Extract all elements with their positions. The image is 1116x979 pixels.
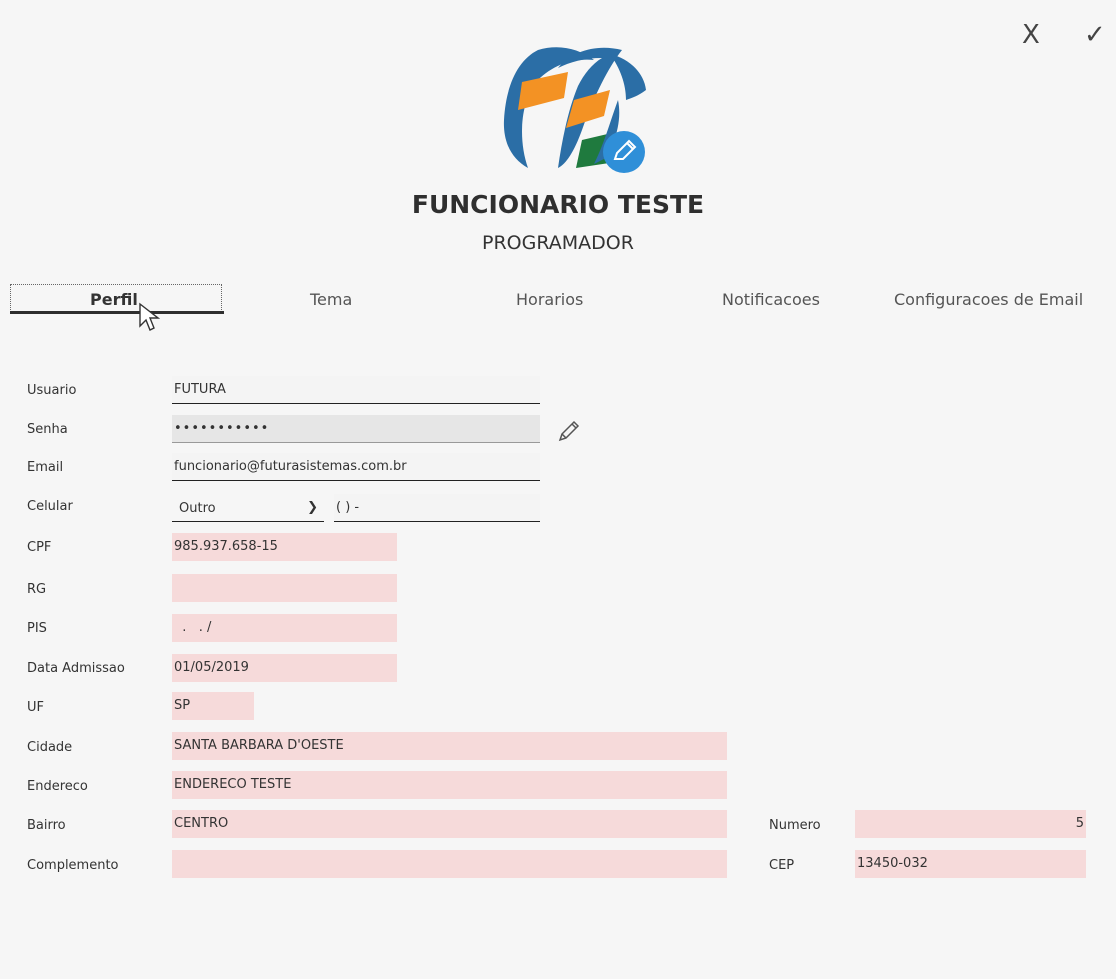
celular-label: Celular (27, 499, 73, 514)
complemento-label: Complemento (27, 858, 119, 873)
tab-active-indicator (10, 311, 224, 314)
data-admissao-label: Data Admissao (27, 661, 125, 676)
edit-password-icon[interactable] (556, 418, 582, 444)
close-button[interactable]: X (1022, 22, 1040, 48)
rg-field[interactable] (172, 574, 397, 602)
cpf-field[interactable]: 985.937.658-15 (172, 533, 397, 561)
celular-type-select[interactable]: Outro ❯ (172, 496, 324, 522)
employee-name: FUNCIONARIO TESTE (411, 190, 705, 219)
mouse-pointer-icon (139, 302, 160, 331)
uf-field[interactable]: SP (172, 692, 254, 720)
email-label: Email (27, 460, 64, 475)
senha-field[interactable]: ••••••••••• (172, 415, 540, 443)
tab-configuracoes-email[interactable]: Configuracoes de Email (894, 290, 1083, 309)
data-admissao-field[interactable]: 01/05/2019 (172, 654, 397, 682)
celular-number-field[interactable]: ( ) - (334, 494, 540, 522)
endereco-label: Endereco (27, 779, 88, 794)
senha-label: Senha (27, 422, 68, 437)
uf-label: UF (27, 700, 44, 715)
numero-field[interactable]: 5 (855, 810, 1086, 838)
cep-label: CEP (769, 858, 795, 873)
tab-horarios[interactable]: Horarios (516, 290, 583, 309)
cep-field[interactable]: 13450-032 (855, 850, 1086, 878)
confirm-button[interactable]: ✓ (1084, 22, 1106, 48)
tab-notificacoes[interactable]: Notificacoes (722, 290, 820, 309)
pis-field[interactable]: . . / (172, 614, 397, 642)
pis-label: PIS (27, 621, 47, 636)
cidade-label: Cidade (27, 740, 73, 755)
cidade-field[interactable]: SANTA BARBARA D'OESTE (172, 732, 727, 760)
avatar-edit-icon[interactable] (602, 130, 646, 174)
tab-perfil[interactable]: Perfil (90, 290, 138, 309)
numero-label: Numero (769, 818, 821, 833)
bairro-field[interactable]: CENTRO (172, 810, 727, 838)
bairro-label: Bairro (27, 818, 66, 833)
complemento-field[interactable] (172, 850, 727, 878)
celular-type-value: Outro (179, 501, 216, 516)
tab-tema[interactable]: Tema (310, 290, 352, 309)
rg-label: RG (27, 582, 47, 597)
endereco-field[interactable]: ENDERECO TESTE (172, 771, 727, 799)
usuario-label: Usuario (27, 383, 77, 398)
employee-role: PROGRAMADOR (482, 232, 634, 254)
usuario-field[interactable]: FUTURA (172, 376, 540, 404)
email-field[interactable]: funcionario@futurasistemas.com.br (172, 453, 540, 481)
cpf-label: CPF (27, 540, 52, 555)
chevron-down-icon: ❯ (307, 500, 318, 515)
